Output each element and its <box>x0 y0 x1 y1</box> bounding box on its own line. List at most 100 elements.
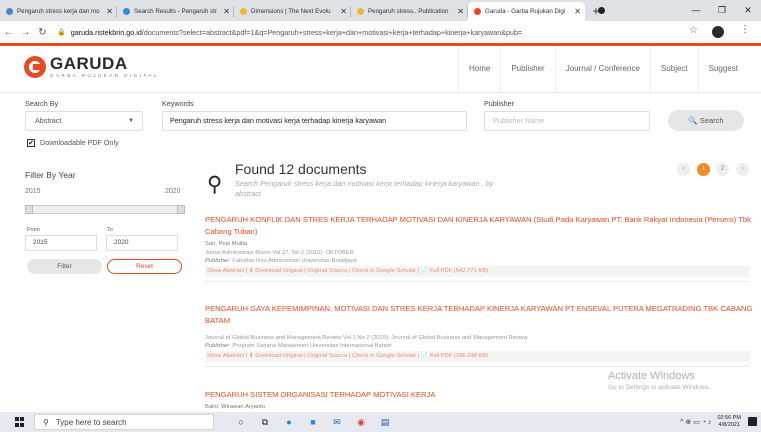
to-year-input[interactable]: 2020 <box>106 235 178 251</box>
battery-icon[interactable]: ▭ <box>693 418 700 426</box>
watermark-subtitle: Go to Settings to activate Windows. <box>608 384 711 391</box>
network-icon[interactable]: ⊕ <box>685 418 691 426</box>
system-tray: ^ ⊕ ▭ ◔ ♪ 02:56 PM 4/8/2021 <box>680 412 741 432</box>
nav-home[interactable]: Home <box>457 46 500 92</box>
result-authors[interactable]: Sari, Pepi Mulita <box>205 241 755 247</box>
edge-icon[interactable]: ● <box>277 417 301 427</box>
result-authors[interactable]: Baloi, Wirawan Aryanto <box>205 404 755 410</box>
wifi-icon[interactable]: ◔ <box>702 419 706 426</box>
filter-button[interactable]: Filter <box>27 259 102 274</box>
result-title-link[interactable]: PENGARUH GAYA KEPEMIMPINAN, MOTIVASI DAN… <box>205 303 755 327</box>
result-publisher: Publisher Program Sarjana Manajemen Univ… <box>205 343 755 349</box>
page-2-button[interactable]: 2 <box>716 163 729 176</box>
search-icon: 🔍 <box>688 116 698 125</box>
volume-icon[interactable]: ♪ <box>708 419 712 426</box>
next-page-button[interactable]: › <box>736 163 749 176</box>
tab-favicon-icon <box>123 8 130 15</box>
notification-icon[interactable] <box>748 417 757 426</box>
browser-tab-4[interactable]: Pengaruh stress.. Publication ✕ <box>351 2 468 21</box>
minimize-icon[interactable]: — <box>683 0 709 21</box>
slider-handle-min[interactable] <box>25 205 33 214</box>
search-by-value: Abstract <box>35 116 62 125</box>
clock-date: 4/8/2021 <box>718 422 740 428</box>
browser-tab-2[interactable]: Search Results - Pengaruh str ✕ <box>117 2 234 21</box>
cortana-icon[interactable]: ○ <box>229 417 253 427</box>
result-item: PENGARUH KONFLIK DAN STRES KERJA TERHADA… <box>205 214 755 282</box>
prev-page-button[interactable]: ‹ <box>677 163 690 176</box>
nav-suggest[interactable]: Suggest <box>697 46 748 92</box>
taskbar-search-box[interactable]: ⚲ Type here to search <box>34 414 214 430</box>
watermark-title: Activate Windows <box>608 370 695 382</box>
logo-text: GARUDA GARBA RUJUKAN DIGITAL <box>50 55 159 79</box>
forward-icon[interactable]: → <box>17 27 34 38</box>
back-icon[interactable]: ← <box>0 27 17 38</box>
address-bar-row: ← → ↻ 🔒 garuda.ristekbrin.go.id/document… <box>0 21 761 43</box>
nav-journal-conference[interactable]: Journal / Conference <box>554 46 650 92</box>
tray-chevron-icon[interactable]: ^ <box>680 419 683 426</box>
reset-button[interactable]: Reset <box>107 259 182 274</box>
tab-close-icon[interactable]: ✕ <box>223 7 230 16</box>
word-icon[interactable]: ▤ <box>373 417 397 428</box>
maximize-icon[interactable]: ❐ <box>709 0 735 21</box>
tab-title: Pengaruh stress kerja dan mo <box>17 8 100 15</box>
browser-tabstrip: Pengaruh stress kerja dan mo ✕ Search Re… <box>0 0 761 21</box>
search-button[interactable]: 🔍 Search <box>668 110 744 131</box>
account-avatar-icon[interactable] <box>712 26 724 38</box>
page-1-button[interactable]: 1 <box>697 163 710 176</box>
result-journal[interactable]: Jurnal Administrasi Bisnis Vol 27, No 2 … <box>205 250 755 256</box>
logo-subtitle: GARBA RUJUKAN DIGITAL <box>50 73 159 78</box>
result-links[interactable]: Show Abstract | ⬇ Download Original | Or… <box>205 266 750 277</box>
tab-favicon-icon <box>474 8 481 15</box>
search-by-select[interactable]: Abstract ▼ <box>25 111 143 131</box>
browser-menu-icon[interactable]: ⋮ <box>740 24 750 35</box>
publisher-name: Fakultas Ilmu Administrasi Universitas B… <box>232 258 357 264</box>
taskbar-search-placeholder: Type here to search <box>55 417 127 427</box>
mail-icon[interactable]: ✉ <box>325 417 349 428</box>
windows-taskbar: ⚲ Type here to search ○ ⧉ ● ■ ✉ ◉ ▤ ^ ⊕ … <box>0 412 761 432</box>
tab-title: Search Results - Pengaruh str <box>134 8 217 15</box>
result-title-link[interactable]: PENGARUH KONFLIK DAN STRES KERJA TERHADA… <box>205 214 755 238</box>
checkbox-checked-icon: ✔ <box>27 138 35 147</box>
store-icon[interactable]: ■ <box>301 417 325 427</box>
tab-close-icon[interactable]: ✕ <box>106 7 113 16</box>
clock-time: 02:56 PM <box>717 415 741 421</box>
task-view-icon[interactable]: ⧉ <box>253 417 277 428</box>
window-controls: — ❐ ✕ <box>683 0 761 21</box>
slider-max-year: 2020 <box>165 188 181 195</box>
nav-subject[interactable]: Subject <box>649 46 698 92</box>
tab-close-icon[interactable]: ✕ <box>340 7 347 16</box>
close-window-icon[interactable]: ✕ <box>735 0 761 21</box>
results-count: Found 12 documents <box>235 161 367 177</box>
url-domain: garuda.ristekbrin.go.id <box>70 27 142 37</box>
keywords-input[interactable]: Pengaruh stress kerja dan motivasi kerja… <box>162 111 467 131</box>
taskbar-clock[interactable]: 02:56 PM 4/8/2021 <box>717 415 741 429</box>
result-publisher: Publisher Fakultas Ilmu Administrasi Uni… <box>205 258 755 264</box>
browser-tab-3[interactable]: Dimensions | The Next Evolu ✕ <box>234 2 351 21</box>
browser-tab-1[interactable]: Pengaruh stress kerja dan mo ✕ <box>0 2 117 21</box>
tab-close-icon[interactable]: ✕ <box>574 7 581 16</box>
from-year-input[interactable]: 2015 <box>25 235 97 251</box>
taskbar-apps: ○ ⧉ ● ■ ✉ ◉ ▤ <box>229 412 397 432</box>
from-label: From <box>27 227 40 233</box>
result-links[interactable]: Show Abstract | ⬇ Download Original | Or… <box>205 351 750 362</box>
profile-icon[interactable] <box>598 7 605 14</box>
result-journal[interactable]: Journal of Global Business and Managemen… <box>205 335 755 341</box>
reload-icon[interactable]: ↻ <box>34 27 51 38</box>
search-by-label: Search By <box>25 99 59 108</box>
url-field[interactable]: 🔒 garuda.ristekbrin.go.id/documents?sele… <box>57 24 675 40</box>
result-item: PENGARUH SISTEM ORGANISASI TERHADAP MOTI… <box>205 389 755 410</box>
publisher-input[interactable]: Publisher Name <box>484 111 650 131</box>
garuda-logo[interactable]: GARUDA GARBA RUJUKAN DIGITAL <box>24 55 159 79</box>
result-item: PENGARUH GAYA KEPEMIMPINAN, MOTIVASI DAN… <box>205 303 755 367</box>
slider-min-year: 2015 <box>25 188 41 195</box>
nav-publisher[interactable]: Publisher <box>500 46 554 92</box>
tab-close-icon[interactable]: ✕ <box>457 7 464 16</box>
bookmark-star-icon[interactable]: ☆ <box>689 25 698 36</box>
slider-handle-max[interactable] <box>177 205 185 214</box>
chrome-icon[interactable]: ◉ <box>349 417 373 428</box>
result-divider <box>205 366 750 367</box>
windows-start-icon[interactable] <box>15 417 25 427</box>
pdf-only-checkbox[interactable]: ✔ Downloadable PDF Only <box>27 138 119 147</box>
browser-tab-5[interactable]: Garuda - Garba Rujukan Digi ✕ <box>468 2 585 21</box>
year-range-slider[interactable] <box>25 205 185 214</box>
